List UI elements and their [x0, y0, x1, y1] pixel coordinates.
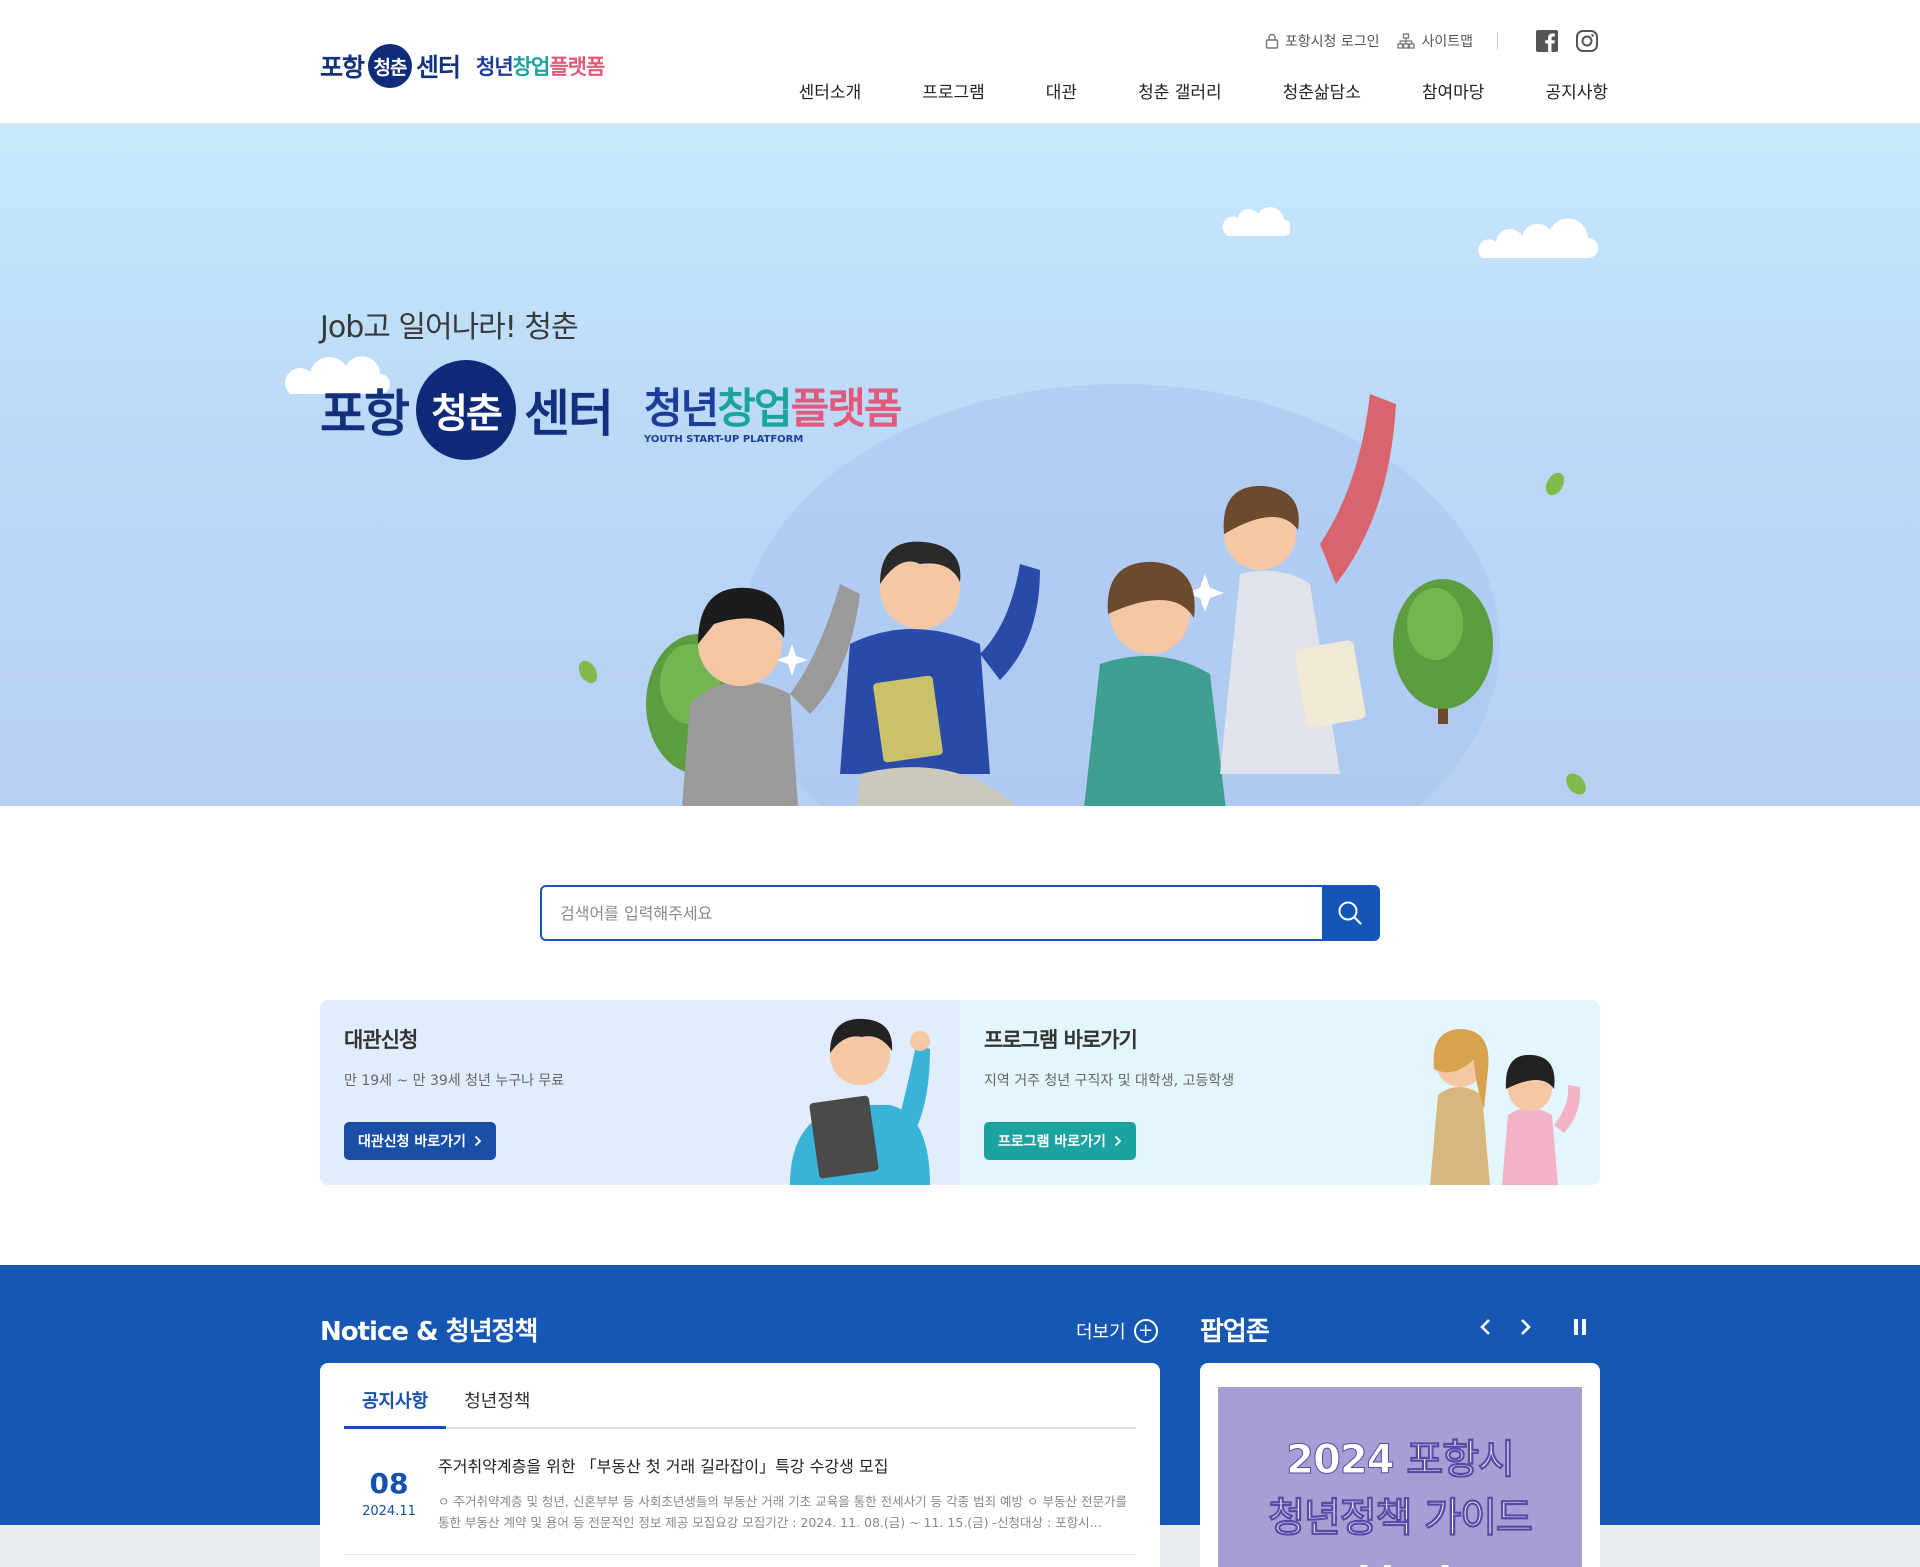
- post-title: 주거취약계층을 위한 「부동산 첫 거래 길라잡이」특강 수강생 모집: [438, 1457, 889, 1476]
- post-day: 08: [369, 1467, 409, 1500]
- nav-gallery[interactable]: 청춘 갤러리: [1138, 78, 1222, 103]
- logo-pohang-youth-center: 포항 청춘 센터: [320, 44, 461, 88]
- popup-panel: 2024 포항시 청년정책 가이드 한없: [1200, 1363, 1600, 1567]
- nav-program[interactable]: 프로그램: [922, 78, 985, 103]
- lock-icon: [1265, 33, 1279, 49]
- tab-notice[interactable]: 공지사항: [344, 1387, 447, 1429]
- hero-logo-circle: 청춘: [416, 360, 516, 460]
- student-with-books-illustration: [790, 1018, 930, 1185]
- nav-notice[interactable]: 공지사항: [1545, 78, 1608, 103]
- rental-apply-button-label: 대관신청 바로가기: [358, 1134, 466, 1150]
- popup-banner-youth-policy-guide[interactable]: 2024 포항시 청년정책 가이드 한없: [1218, 1387, 1582, 1567]
- search-input[interactable]: [542, 887, 1322, 939]
- chevron-right-icon: [1521, 1319, 1531, 1335]
- hero-slogan: Job고 일어나라! 청춘: [320, 310, 579, 345]
- cloud-illustration: [1478, 218, 1598, 258]
- rental-card: 대관신청 만 19세 ~ 만 39세 청년 누구나 무료 대관신청 바로가기: [320, 1000, 960, 1185]
- popup-banner-line1: 2024 포항시: [1286, 1437, 1516, 1484]
- tab-youth-policy[interactable]: 청년정책: [446, 1387, 548, 1429]
- sitemap-link[interactable]: 사이트맵: [1397, 31, 1473, 51]
- facebook-icon[interactable]: [1534, 28, 1560, 54]
- rental-apply-button[interactable]: 대관신청 바로가기: [344, 1122, 496, 1160]
- notice-more-link[interactable]: 더보기 +: [1076, 1318, 1158, 1344]
- notice-panel: 공지사항 청년정책 08 2024.11 주거취약계층을 위한 「부동산 첫 거…: [320, 1363, 1160, 1567]
- search-icon: [1338, 901, 1362, 925]
- popup-prev-button[interactable]: [1470, 1312, 1500, 1342]
- two-students-illustration: [1430, 1029, 1580, 1185]
- utility-menu: 포항시청 로그인 사이트맵: [1247, 28, 1600, 54]
- chevron-left-icon: [1480, 1319, 1490, 1335]
- pause-icon: [1574, 1319, 1586, 1335]
- nav-rental[interactable]: 대관: [1046, 78, 1077, 103]
- nav-counseling[interactable]: 청춘삶담소: [1283, 78, 1361, 103]
- login-label: 포항시청 로그인: [1284, 34, 1380, 50]
- popup-pause-button[interactable]: [1565, 1312, 1595, 1342]
- main-navigation: 센터소개 프로그램 대관 청춘 갤러리 청춘삶담소 참여마당 공지사항: [738, 78, 1608, 103]
- more-label: 더보기: [1076, 1322, 1126, 1343]
- login-link[interactable]: 포항시청 로그인: [1265, 31, 1380, 51]
- logo-circle: 청춘: [368, 44, 413, 88]
- instagram-icon[interactable]: [1574, 28, 1600, 54]
- quick-link-cards: 대관신청 만 19세 ~ 만 39세 청년 누구나 무료 대관신청 바로가기 프…: [320, 1000, 1600, 1185]
- cloud-illustration: [1222, 207, 1290, 236]
- logo-sub-part2: 창업: [512, 55, 551, 79]
- popup-banner-line2: 청년정책 가이드: [1268, 1495, 1534, 1542]
- chevron-right-icon: [474, 1135, 482, 1147]
- program-go-button[interactable]: 프로그램 바로가기: [984, 1122, 1136, 1160]
- chevron-right-icon: [1114, 1135, 1122, 1147]
- post-date: 08 2024.11: [344, 1445, 434, 1554]
- notice-section-title: Notice & 청년정책: [320, 1317, 538, 1347]
- notice-list-item[interactable]: 08 2024.11 주거취약계층을 위한 「부동산 첫 거래 길라잡이」특강 …: [344, 1445, 1136, 1555]
- program-go-button-label: 프로그램 바로가기: [998, 1134, 1106, 1150]
- sitemap-label: 사이트맵: [1421, 34, 1473, 50]
- logo-text-left: 포항: [320, 53, 365, 82]
- notice-tabs: 공지사항 청년정책: [344, 1387, 1136, 1429]
- program-card: 프로그램 바로가기 지역 거주 청년 구직자 및 대학생, 고등학생 프로그램 …: [960, 1000, 1600, 1185]
- post-summary: ㅇ 주거취약계층 및 청년, 신혼부부 등 사회초년생들의 부동산 거래 기초 …: [438, 1494, 1127, 1530]
- logo-sub-part1: 청년: [476, 55, 514, 79]
- logo-sub-part3: 플랫폼: [549, 55, 605, 79]
- search-bar: [540, 885, 1380, 941]
- search-button[interactable]: [1322, 887, 1378, 939]
- hero-banner: Job고 일어나라! 청춘 포항 청춘 센터 청년창업플랫폼 YOUTH STA…: [0, 124, 1920, 806]
- nav-participation[interactable]: 참여마당: [1422, 78, 1485, 103]
- popup-banner-line3: 한없: [1218, 1547, 1582, 1567]
- popup-next-button[interactable]: [1511, 1312, 1541, 1342]
- nav-center-intro[interactable]: 센터소개: [799, 78, 862, 103]
- sitemap-icon: [1397, 33, 1416, 49]
- plus-circle-icon: +: [1133, 1319, 1158, 1343]
- logo-youth-startup-platform: 청년창업플랫폼: [476, 51, 605, 81]
- post-year-month: 2024.11: [362, 1504, 416, 1519]
- util-divider: [1497, 32, 1498, 50]
- popup-zone-title: 팝업존: [1200, 1317, 1270, 1347]
- hero-logo-left: 포항: [320, 385, 410, 443]
- post-body: 주거취약계층을 위한 「부동산 첫 거래 길라잡이」특강 수강생 모집 ㅇ 주거…: [434, 1445, 1136, 1554]
- logo-text-right: 센터: [416, 53, 461, 82]
- site-header: 포항 청춘 센터 청년창업플랫폼 포항시청 로그인 사이트맵 센터소개 프로그램…: [0, 0, 1920, 124]
- students-illustration: [578, 384, 1586, 806]
- site-logo[interactable]: 포항 청춘 센터 청년창업플랫폼: [320, 44, 605, 88]
